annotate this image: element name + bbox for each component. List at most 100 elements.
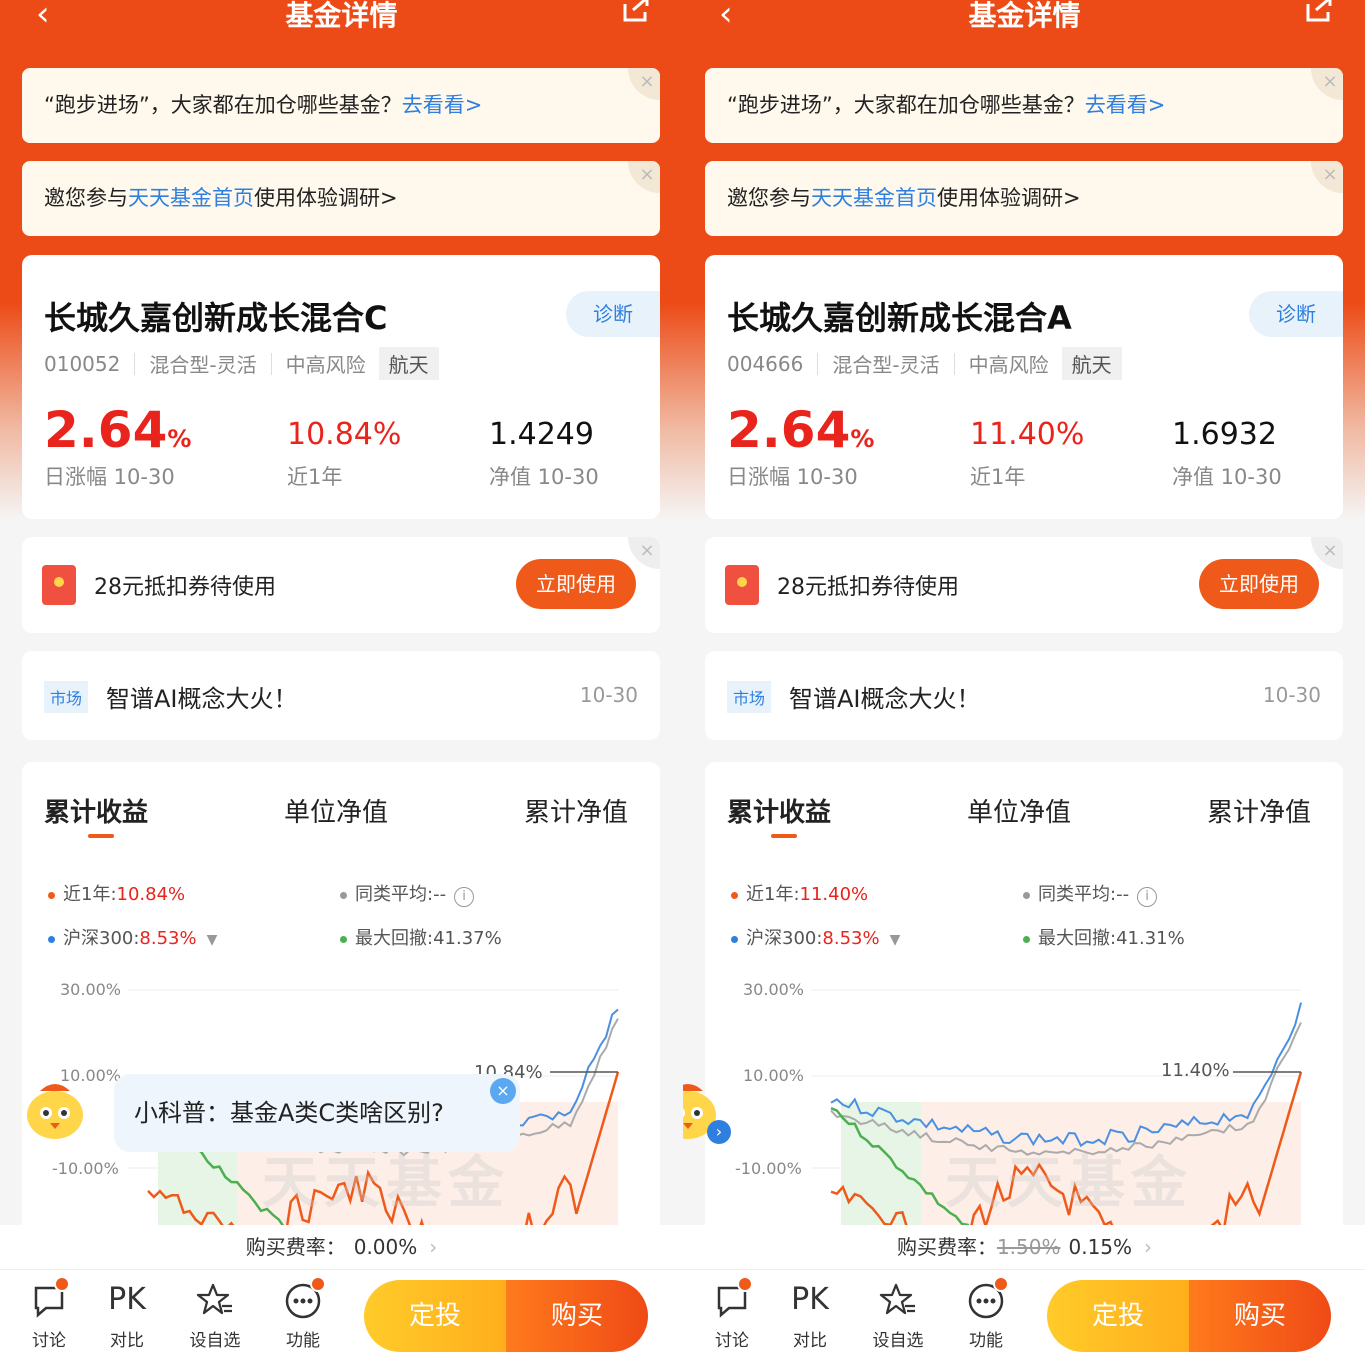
notification-dot (737, 1276, 753, 1292)
close-icon[interactable]: × (628, 537, 660, 569)
survey-link[interactable]: 天天基金首页 (128, 186, 254, 210)
fund-code: 010052 (44, 351, 121, 376)
close-icon[interactable]: × (490, 1078, 516, 1104)
fund-tags: 010052 混合型-灵活 中高风险 航天 (44, 347, 439, 380)
promo-banner-1-text: “跑步进场”，大家都在加仓哪些基金？ (44, 93, 402, 117)
diagnose-button[interactable]: 诊断 (566, 291, 660, 337)
peak-value-label: 11.40% (1161, 1060, 1230, 1081)
coupon-card[interactable]: 28元抵扣券待使用 立即使用 × (22, 537, 660, 633)
more-icon (951, 1276, 1021, 1322)
market-tag: 市场 (44, 681, 89, 713)
chat-icon (14, 1276, 84, 1322)
fund-detail-panel: ‹ 基金详情 “跑步进场”，大家都在加仓哪些基金？去看看> × 邀您参与天天基金… (683, 0, 1365, 1365)
market-tag: 市场 (727, 681, 772, 713)
nav-discuss[interactable]: 讨论 (697, 1276, 767, 1351)
pk-icon: PK (108, 1282, 146, 1317)
close-icon[interactable]: × (1311, 161, 1343, 193)
market-news-card[interactable]: 市场 智谱AI概念大火！ 10-30 (22, 651, 660, 740)
buy-button[interactable]: 购买 (506, 1280, 648, 1352)
fund-name: 长城久嘉创新成长混合A (727, 299, 1072, 337)
nav-label: 净值 10-30 (1172, 465, 1282, 489)
survey-banner[interactable]: 邀您参与天天基金首页使用体验调研> × (22, 161, 660, 236)
survey-suffix: 使用体验调研> (254, 186, 398, 210)
fee-bar[interactable]: 购买费率： 0.00% › (0, 1225, 683, 1269)
daily-change-value: 2.64 (44, 401, 168, 459)
daily-change: 2.64% (727, 401, 874, 459)
bottom-action-bar: 讨论 PK 对比 设自选 功能 定投 购买 (0, 1269, 683, 1365)
year-return: 10.84% (287, 417, 402, 452)
daily-change-value: 2.64 (727, 401, 851, 459)
coupon-card[interactable]: 28元抵扣券待使用 立即使用 × (705, 537, 1343, 633)
fund-tags: 004666 混合型-灵活 中高风险 航天 (727, 347, 1122, 380)
promo-banner-1[interactable]: “跑步进场”，大家都在加仓哪些基金？去看看> × (705, 68, 1343, 143)
notification-dot (54, 1276, 70, 1292)
fee-label: 购买费率： (896, 1235, 997, 1259)
nav-watchlist[interactable]: 设自选 (863, 1278, 933, 1351)
promo-banner-1[interactable]: “跑步进场”，大家都在加仓哪些基金？去看看> × (22, 68, 660, 143)
share-icon[interactable] (1304, 0, 1334, 24)
fee-value: 0.15% (1068, 1235, 1133, 1259)
diagnose-button[interactable]: 诊断 (1249, 291, 1343, 337)
invest-plan-button[interactable]: 定投 (364, 1280, 506, 1352)
nav-label: 对比 (110, 1331, 144, 1351)
promo-banner-1-link[interactable]: 去看看> (402, 93, 483, 117)
daily-change-label: 日涨幅 10-30 (44, 465, 175, 489)
market-headline[interactable]: 智谱AI概念大火！ (106, 679, 298, 714)
chevron-right-icon: › (1144, 1235, 1153, 1259)
market-news-card[interactable]: 市场 智谱AI概念大火！ 10-30 (705, 651, 1343, 740)
year-return: 11.40% (970, 417, 1085, 452)
fund-type[interactable]: 混合型-灵活 (832, 349, 939, 378)
daily-change-unit: % (850, 425, 875, 453)
nav-functions[interactable]: 功能 (268, 1276, 338, 1351)
daily-change-label: 日涨幅 10-30 (727, 465, 858, 489)
nav-compare[interactable]: PK 对比 (92, 1278, 162, 1351)
use-coupon-button[interactable]: 立即使用 (516, 559, 636, 609)
market-headline[interactable]: 智谱AI概念大火！ (789, 679, 981, 714)
coupon-text: 28元抵扣券待使用 (94, 575, 276, 600)
survey-link[interactable]: 天天基金首页 (811, 186, 937, 210)
fee-label: 购买费率： (245, 1235, 346, 1259)
mascot-icon[interactable] (20, 1075, 90, 1145)
fund-risk[interactable]: 中高风险 (969, 349, 1049, 378)
tip-bubble[interactable]: 小科普：基金A类C类啥区别? × (114, 1074, 520, 1152)
fund-type[interactable]: 混合型-灵活 (149, 349, 256, 378)
close-icon[interactable]: × (1311, 537, 1343, 569)
invest-plan-button[interactable]: 定投 (1047, 1280, 1189, 1352)
nav-label: 功能 (969, 1331, 1003, 1351)
close-icon[interactable]: × (1311, 68, 1343, 100)
page-title: 基金详情 (968, 0, 1081, 32)
nav-functions[interactable]: 功能 (951, 1276, 1021, 1351)
promo-banner-1-link[interactable]: 去看看> (1085, 93, 1166, 117)
performance-card: 累计收益 单位净值 累计净值 近1年:10.84% 同类平均:-- i 沪深300… (22, 762, 660, 1242)
fund-summary-card: 长城久嘉创新成长混合A 诊断 004666 混合型-灵活 中高风险 航天 2.6… (705, 255, 1343, 519)
survey-banner[interactable]: 邀您参与天天基金首页使用体验调研> × (705, 161, 1343, 236)
fund-theme-tag[interactable]: 航天 (378, 347, 439, 380)
survey-prefix: 邀您参与 (44, 186, 128, 210)
nav-label: 对比 (793, 1331, 827, 1351)
fund-summary-card: 长城久嘉创新成长混合C 诊断 010052 混合型-灵活 中高风险 航天 2.6… (22, 255, 660, 519)
nav-watchlist[interactable]: 设自选 (180, 1278, 250, 1351)
fund-theme-tag[interactable]: 航天 (1061, 347, 1122, 380)
share-icon[interactable] (621, 0, 651, 24)
expand-arrow-icon[interactable]: › (707, 1120, 731, 1144)
buy-button[interactable]: 购买 (1189, 1280, 1331, 1352)
coupon-text: 28元抵扣券待使用 (777, 575, 959, 600)
chevron-right-icon: › (429, 1235, 438, 1259)
year-return-label: 近1年 (970, 465, 1026, 489)
tip-text: 小科普：基金A类C类啥区别? (134, 1099, 444, 1127)
chat-icon (697, 1276, 767, 1322)
nav-label: 功能 (286, 1331, 320, 1351)
fee-bar[interactable]: 购买费率：1.50% 0.15% › (683, 1225, 1365, 1269)
close-icon[interactable]: × (628, 68, 660, 100)
year-return-label: 近1年 (287, 465, 343, 489)
watermark: 天天基金 (945, 1151, 1193, 1216)
nav-label: 净值 10-30 (489, 465, 599, 489)
fund-risk[interactable]: 中高风险 (286, 349, 366, 378)
page-title: 基金详情 (285, 0, 398, 32)
nav-compare[interactable]: PK 对比 (775, 1278, 845, 1351)
use-coupon-button[interactable]: 立即使用 (1199, 559, 1319, 609)
daily-change-unit: % (167, 425, 192, 453)
action-buttons: 定投 购买 (1047, 1280, 1331, 1352)
close-icon[interactable]: × (628, 161, 660, 193)
nav-discuss[interactable]: 讨论 (14, 1276, 84, 1351)
